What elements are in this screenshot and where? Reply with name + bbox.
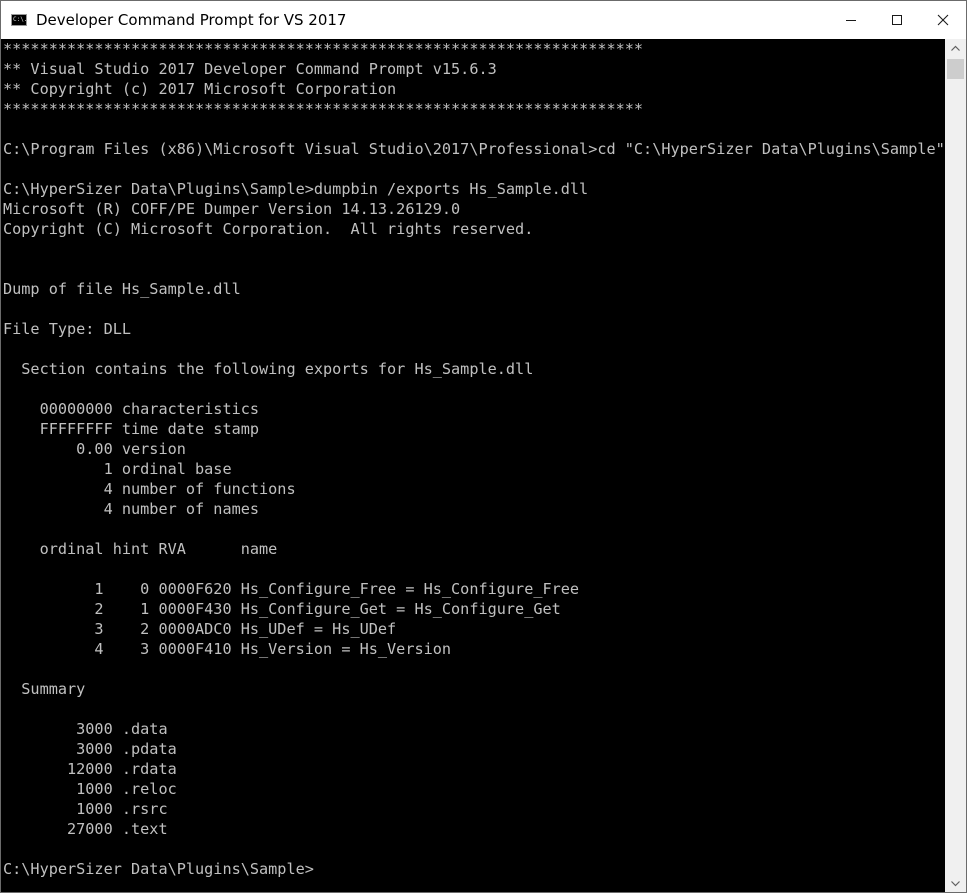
console-line: 1 ordinal base xyxy=(3,460,232,478)
console-line: Microsoft (R) COFF/PE Dumper Version 14.… xyxy=(3,200,461,218)
console-line: 00000000 characteristics xyxy=(3,400,260,418)
console-line: 4 number of names xyxy=(3,500,260,518)
console-line: ****************************************… xyxy=(3,40,644,58)
console-line: Copyright (C) Microsoft Corporation. All… xyxy=(3,220,534,238)
close-icon xyxy=(937,14,949,26)
window-controls xyxy=(828,1,966,39)
maximize-icon xyxy=(892,15,902,25)
console-line: 4 number of functions xyxy=(3,480,296,498)
scroll-up-arrow-icon xyxy=(951,45,960,51)
console-line: 0.00 version xyxy=(3,440,186,458)
scroll-thumb[interactable] xyxy=(947,59,964,79)
console-line: ** Copyright (c) 2017 Microsoft Corporat… xyxy=(3,80,397,98)
scroll-down-button[interactable] xyxy=(945,875,966,892)
console-line: 4 3 0000F410 Hs_Version = Hs_Version xyxy=(3,640,452,658)
console-line: Section contains the following exports f… xyxy=(3,360,534,378)
vertical-scrollbar[interactable] xyxy=(945,39,966,892)
title-bar[interactable]: C:\. Developer Command Prompt for VS 201… xyxy=(1,1,966,39)
console-line: C:\HyperSizer Data\Plugins\Sample>dumpbi… xyxy=(3,180,589,198)
console-output[interactable]: ****************************************… xyxy=(1,39,945,892)
console-text-area[interactable]: ****************************************… xyxy=(1,39,945,879)
console-line: ****************************************… xyxy=(3,100,644,118)
window-title: Developer Command Prompt for VS 2017 xyxy=(36,11,347,29)
scroll-down-arrow-icon xyxy=(951,880,960,886)
console-line: ordinal hint RVA name xyxy=(3,540,278,558)
minimize-button[interactable] xyxy=(828,1,874,39)
console-window: C:\. Developer Command Prompt for VS 201… xyxy=(0,0,967,893)
console-line: 1000 .rsrc xyxy=(3,800,168,818)
scroll-up-button[interactable] xyxy=(945,39,966,56)
console-line: 3000 .data xyxy=(3,720,168,738)
console-line: 2 1 0000F430 Hs_Configure_Get = Hs_Confi… xyxy=(3,600,561,618)
console-line: 1 0 0000F620 Hs_Configure_Free = Hs_Conf… xyxy=(3,580,580,598)
console-line: FFFFFFFF time date stamp xyxy=(3,420,260,438)
console-app-icon[interactable]: C:\. xyxy=(11,14,27,26)
console-line: Dump of file Hs_Sample.dll xyxy=(3,280,241,298)
console-line: File Type: DLL xyxy=(3,320,132,338)
console-line: ** Visual Studio 2017 Developer Command … xyxy=(3,60,497,78)
console-line: C:\HyperSizer Data\Plugins\Sample> xyxy=(3,860,314,878)
console-line: 3000 .pdata xyxy=(3,740,177,758)
console-line: 1000 .reloc xyxy=(3,780,177,798)
close-button[interactable] xyxy=(920,1,966,39)
minimize-icon xyxy=(846,20,856,21)
console-line: Summary xyxy=(3,680,86,698)
console-line: 3 2 0000ADC0 Hs_UDef = Hs_UDef xyxy=(3,620,397,638)
console-line: 27000 .text xyxy=(3,820,168,838)
console-line: 12000 .rdata xyxy=(3,760,177,778)
maximize-button[interactable] xyxy=(874,1,920,39)
console-line: C:\Program Files (x86)\Microsoft Visual … xyxy=(3,140,945,158)
